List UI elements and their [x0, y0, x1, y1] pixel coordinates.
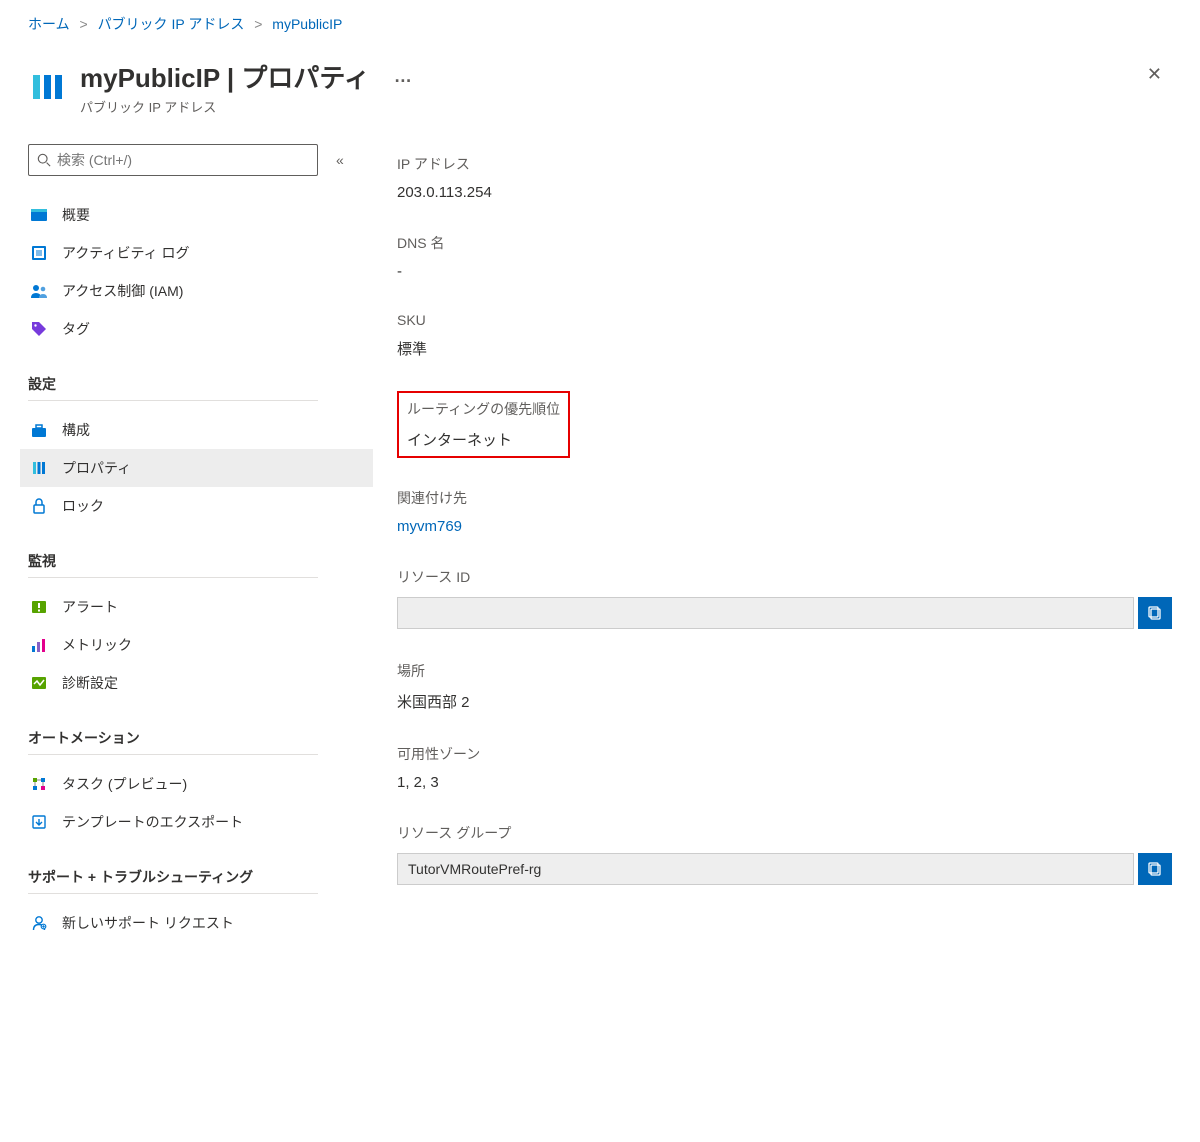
activity-log-icon: [30, 244, 48, 262]
field-label-associated: 関連付け先: [397, 488, 1172, 508]
people-icon: [30, 282, 48, 300]
field-value-sku: 標準: [397, 338, 1172, 359]
sidebar-item-label: ロック: [62, 496, 104, 516]
metrics-icon: [30, 636, 48, 654]
page-title: myPublicIP | プロパティ: [80, 58, 370, 95]
more-actions-button[interactable]: …: [394, 66, 414, 87]
sidebar-item-locks[interactable]: ロック: [20, 487, 373, 525]
sidebar-item-iam[interactable]: アクセス制御 (IAM): [20, 272, 373, 310]
sidebar-item-label: アクセス制御 (IAM): [62, 281, 183, 301]
close-button[interactable]: ✕: [1137, 58, 1172, 91]
sidebar-item-new-support[interactable]: 新しいサポート リクエスト: [20, 904, 373, 942]
field-label-resource-group: リソース グループ: [397, 823, 1172, 843]
sidebar-item-metrics[interactable]: メトリック: [20, 626, 373, 664]
field-label-routing-pref: ルーティングの優先順位: [407, 399, 560, 419]
sidebar-item-label: メトリック: [62, 635, 132, 655]
sidebar-item-label: 構成: [62, 420, 90, 440]
alert-icon: [30, 598, 48, 616]
properties-icon: [30, 459, 48, 477]
sidebar-item-tasks[interactable]: タスク (プレビュー): [20, 765, 373, 803]
search-input-wrapper[interactable]: [28, 144, 318, 176]
sidebar-item-properties[interactable]: プロパティ: [20, 449, 373, 487]
field-label-ip: IP アドレス: [397, 154, 1172, 174]
copy-resource-group-button[interactable]: [1138, 853, 1172, 885]
field-label-sku: SKU: [397, 312, 1172, 328]
field-value-associated-link[interactable]: myvm769: [397, 518, 1172, 535]
overview-icon: [30, 206, 48, 224]
field-value-location: 米国西部 2: [397, 691, 1172, 712]
page-subtitle: パブリック IP アドレス: [80, 97, 1137, 116]
section-heading-settings: 設定: [28, 374, 318, 401]
chevron-right-icon: >: [254, 16, 262, 32]
diagnostic-icon: [30, 674, 48, 692]
breadcrumb-current[interactable]: myPublicIP: [272, 16, 342, 32]
section-heading-monitoring: 監視: [28, 551, 318, 578]
field-label-location: 場所: [397, 661, 1172, 681]
sidebar-item-label: 新しいサポート リクエスト: [62, 913, 234, 933]
field-value-ip: 203.0.113.254: [397, 184, 1172, 201]
sidebar: « 概要 アクティビティ ログ アクセス制御 (IAM) タグ 設: [28, 144, 373, 942]
sidebar-item-label: アラート: [62, 597, 118, 617]
copy-icon: [1147, 605, 1163, 621]
sidebar-item-export-template[interactable]: テンプレートのエクスポート: [20, 803, 373, 841]
lock-icon: [30, 497, 48, 515]
field-label-availability-zone: 可用性ゾーン: [397, 744, 1172, 764]
field-value-routing-pref: インターネット: [407, 429, 560, 450]
field-label-dns: DNS 名: [397, 233, 1172, 253]
sidebar-item-label: タグ: [62, 319, 90, 339]
sidebar-item-label: 概要: [62, 205, 90, 225]
sidebar-item-label: タスク (プレビュー): [62, 774, 187, 794]
field-label-resource-id: リソース ID: [397, 567, 1172, 587]
support-icon: [30, 914, 48, 932]
resource-icon: [28, 67, 68, 107]
sidebar-item-overview[interactable]: 概要: [20, 196, 373, 234]
chevron-right-icon: >: [79, 16, 87, 32]
sidebar-item-alerts[interactable]: アラート: [20, 588, 373, 626]
sidebar-item-label: アクティビティ ログ: [62, 243, 190, 263]
section-heading-support: サポート + トラブルシューティング: [28, 867, 318, 894]
sidebar-item-label: プロパティ: [62, 458, 131, 478]
breadcrumb-parent[interactable]: パブリック IP アドレス: [98, 16, 245, 32]
resource-group-input[interactable]: [397, 853, 1134, 885]
breadcrumb: ホーム > パブリック IP アドレス > myPublicIP: [0, 0, 1200, 44]
sidebar-item-diagnostic[interactable]: 診断設定: [20, 664, 373, 702]
sidebar-item-activity-log[interactable]: アクティビティ ログ: [20, 234, 373, 272]
section-heading-automation: オートメーション: [28, 728, 318, 755]
toolbox-icon: [30, 421, 48, 439]
sidebar-item-label: テンプレートのエクスポート: [62, 812, 243, 832]
tag-icon: [30, 320, 48, 338]
field-value-availability-zone: 1, 2, 3: [397, 774, 1172, 791]
field-value-dns: -: [397, 263, 1172, 280]
page-header: myPublicIP | プロパティ … パブリック IP アドレス ✕: [0, 44, 1200, 116]
export-icon: [30, 813, 48, 831]
search-icon: [37, 153, 51, 167]
routing-preference-highlight: ルーティングの優先順位 インターネット: [397, 391, 570, 458]
breadcrumb-home[interactable]: ホーム: [28, 16, 70, 32]
copy-icon: [1147, 861, 1163, 877]
search-input[interactable]: [57, 152, 309, 168]
collapse-sidebar-button[interactable]: «: [336, 152, 344, 168]
sidebar-item-configuration[interactable]: 構成: [20, 411, 373, 449]
tasks-icon: [30, 775, 48, 793]
sidebar-item-label: 診断設定: [62, 673, 118, 693]
sidebar-item-tags[interactable]: タグ: [20, 310, 373, 348]
resource-id-input[interactable]: [397, 597, 1134, 629]
copy-resource-id-button[interactable]: [1138, 597, 1172, 629]
properties-panel: IP アドレス 203.0.113.254 DNS 名 - SKU 標準 ルーテ…: [373, 144, 1172, 942]
